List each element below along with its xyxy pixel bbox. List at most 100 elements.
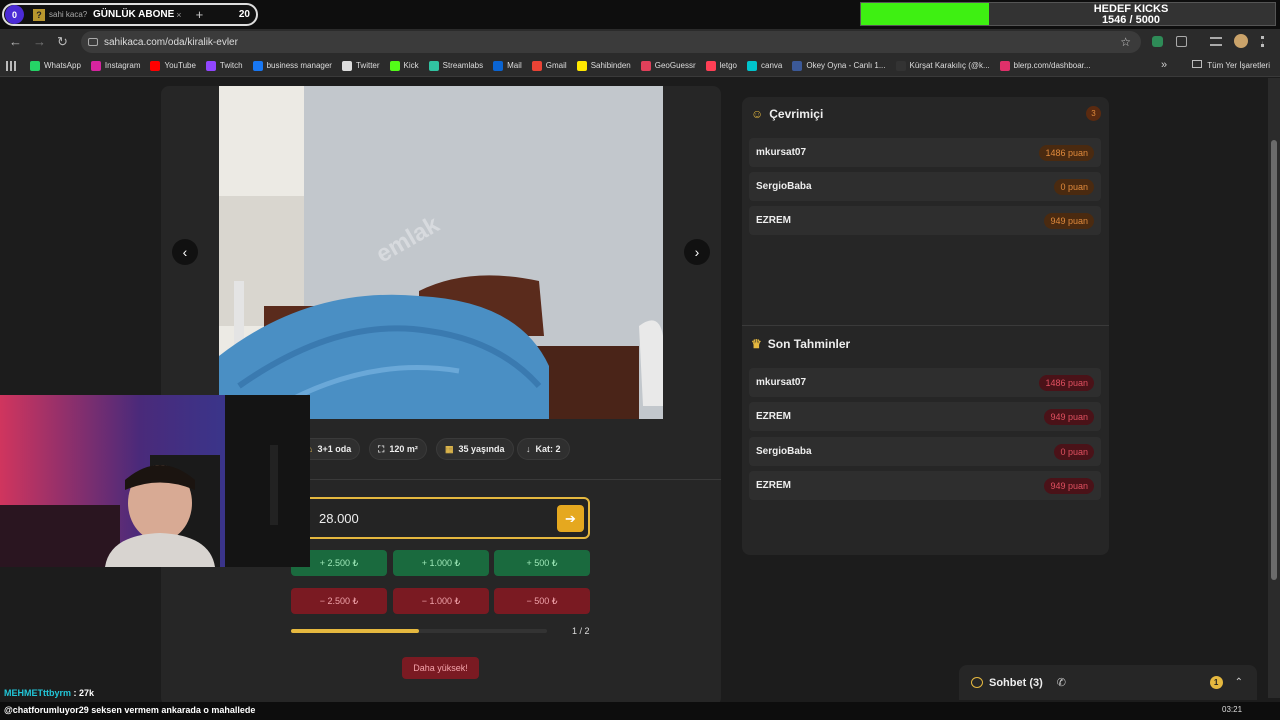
bookmark-item[interactable]: Mail: [493, 60, 522, 71]
bookmark-label: Twitch: [219, 61, 243, 70]
floor-label: Kat: 2: [535, 444, 561, 454]
bookmark-label: canva: [761, 61, 783, 70]
player-points: 1486 puan: [1039, 144, 1094, 161]
tab-title[interactable]: sahi kaca?: [49, 10, 87, 19]
recent-guess-row: mkursat07 1486 puan: [749, 368, 1101, 397]
bookmark-item[interactable]: blerp.com/dashboar...: [999, 60, 1091, 71]
apps-grid-icon[interactable]: [6, 60, 16, 71]
bookmark-favicon-icon: [792, 60, 803, 71]
back-icon[interactable]: ←: [9, 34, 22, 49]
bookmark-label: Instagram: [104, 61, 141, 70]
player-name: EZREM: [756, 411, 791, 422]
recent-guesses-header: ♛ Son Tahminler: [751, 337, 850, 351]
bookmark-item[interactable]: business manager: [252, 60, 332, 71]
bookmark-label: Sahibinden: [590, 61, 631, 70]
phone-icon[interactable]: ✆: [1057, 676, 1066, 689]
bookmark-label: Kick: [403, 61, 419, 70]
online-player-row: mkursat07 1486 puan: [749, 138, 1101, 167]
next-photo-button[interactable]: ›: [684, 239, 710, 265]
area-tag: ⛶ 120 m²: [369, 438, 427, 460]
player-points: 0 puan: [1054, 443, 1094, 460]
bookmark-favicon-icon: [531, 60, 542, 71]
sub-count-badge: 0: [5, 5, 24, 24]
viewer-name: MEHMETttbyrm: [4, 688, 71, 698]
bookmark-label: YouTube: [164, 61, 196, 70]
guess-progress-fill: [291, 629, 419, 633]
bookmark-favicon-icon: [90, 60, 101, 71]
bookmark-item[interactable]: Kürşat Karakılıç (@k...: [895, 60, 990, 71]
chevron-up-icon[interactable]: ⌃: [1235, 677, 1243, 688]
online-count-badge: 3: [1086, 106, 1101, 121]
submit-guess-button[interactable]: ➔: [557, 505, 584, 532]
extension-shield-icon[interactable]: [1152, 36, 1163, 47]
tab-favicon-icon: ?: [33, 8, 45, 21]
chat-label[interactable]: Sohbet (3): [989, 677, 1043, 689]
add-1000-button[interactable]: + 1.000 ₺: [393, 550, 489, 576]
player-name: mkursat07: [756, 377, 807, 388]
bookmark-favicon-icon: [895, 60, 906, 71]
bookmark-item[interactable]: Kick: [389, 60, 419, 71]
subtract-2500-button[interactable]: − 2.500 ₺: [291, 588, 387, 614]
recent-guess-row: EZREM 949 puan: [749, 471, 1101, 500]
scrollbar-thumb[interactable]: [1271, 140, 1277, 580]
player-name: mkursat07: [756, 147, 807, 158]
tab-close-icon[interactable]: ×: [176, 10, 181, 20]
bookmark-item[interactable]: Instagram: [90, 60, 141, 71]
bookmark-favicon-icon: [493, 60, 504, 71]
profile-avatar[interactable]: [1234, 34, 1248, 48]
bookmark-label: Twitter: [355, 61, 380, 70]
bookmark-item[interactable]: WhatsApp: [30, 60, 81, 71]
bookmark-item[interactable]: GeoGuessr: [640, 60, 696, 71]
bookmark-label: letgo: [719, 61, 737, 70]
subtract-500-button[interactable]: − 500 ₺: [494, 588, 590, 614]
chat-bar[interactable]: Sohbet (3) ✆ 1 ⌃: [959, 665, 1257, 700]
bookmark-item[interactable]: Twitter: [341, 60, 380, 71]
more-bookmarks-icon[interactable]: »: [1161, 59, 1167, 71]
new-tab-button[interactable]: +: [196, 7, 204, 22]
address-bar[interactable]: sahikaca.com/oda/kiralik-evler ☆: [81, 31, 1141, 53]
add-500-button[interactable]: + 500 ₺: [494, 550, 590, 576]
kick-goal-bar: HEDEF KICKS 1546 / 5000: [860, 2, 1276, 26]
bookmark-item[interactable]: YouTube: [150, 60, 196, 71]
price-guess-value[interactable]: 28.000: [319, 511, 359, 526]
bookmark-favicon-icon: [747, 60, 757, 71]
bookmark-favicon-icon: [150, 60, 161, 71]
prev-photo-button[interactable]: ‹: [172, 239, 198, 265]
bookmark-label: Gmail: [545, 61, 567, 70]
url-text[interactable]: sahikaca.com/oda/kiralik-evler: [104, 37, 238, 48]
bookmark-favicon-icon: [428, 60, 439, 71]
chat-bubble-icon: [971, 677, 983, 688]
subtract-1000-button[interactable]: − 1.000 ₺: [393, 588, 489, 614]
bookmark-label: business manager: [266, 61, 332, 70]
bookmark-item[interactable]: letgo: [705, 60, 737, 71]
bookmark-star-icon[interactable]: ☆: [1120, 35, 1131, 49]
viewer-value: : 27k: [71, 688, 95, 698]
player-name: EZREM: [756, 215, 791, 226]
bookmark-favicon-icon: [205, 60, 216, 71]
chat-unread-badge: 1: [1209, 676, 1223, 689]
bookmark-label: Mail: [507, 61, 522, 70]
player-points: 1486 puan: [1039, 374, 1094, 391]
forward-icon[interactable]: →: [33, 34, 46, 49]
media-control-icon[interactable]: [1210, 37, 1222, 46]
all-bookmarks-folder[interactable]: Tüm Yer İşaretleri: [1192, 60, 1270, 70]
bookmark-label: Kürşat Karakılıç (@k...: [909, 61, 990, 70]
listing-photo: emlak: [219, 86, 663, 419]
bookmark-item[interactable]: canva: [747, 60, 783, 71]
reload-icon[interactable]: ↻: [57, 34, 68, 50]
bookmark-item[interactable]: Sahibinden: [576, 60, 631, 71]
taskbar-clock: 03:21: [1222, 705, 1243, 714]
site-info-icon[interactable]: [88, 38, 98, 46]
expand-icon: ⛶: [378, 443, 385, 454]
bookmark-item[interactable]: Okey Oyna - Canlı 1...: [792, 60, 886, 71]
player-points: 949 puan: [1044, 408, 1094, 425]
menu-dots-icon[interactable]: [1261, 36, 1264, 47]
extensions-icon[interactable]: [1176, 36, 1187, 47]
bookmark-item[interactable]: Twitch: [205, 60, 243, 71]
bookmark-label: WhatsApp: [44, 61, 81, 70]
bookmark-item[interactable]: Gmail: [531, 60, 567, 71]
bookmark-item[interactable]: Streamlabs: [428, 60, 483, 71]
users-icon: ☺: [751, 107, 764, 121]
arrow-down-icon: ↓: [526, 444, 531, 454]
bookmark-favicon-icon: [999, 60, 1010, 71]
